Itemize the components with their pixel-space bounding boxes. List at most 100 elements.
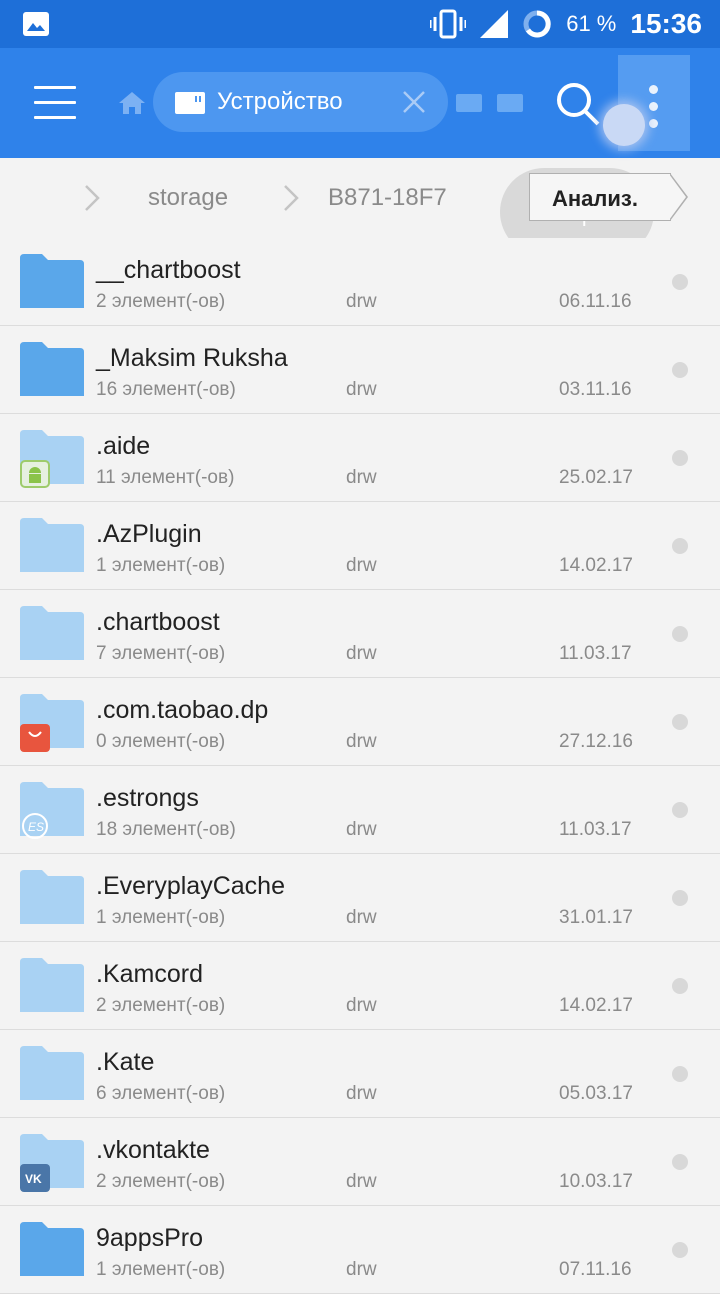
file-row[interactable]: .chartboost 7 элемент(-ов) drw 11.03.17 [0,590,720,678]
select-checkbox[interactable] [672,802,688,818]
file-date: 11.03.17 [559,819,632,840]
file-item-count: 2 элемент(-ов) [96,995,226,1016]
file-date: 31.01.17 [559,907,633,928]
folder-icon [20,518,84,572]
folder-icon [20,1222,84,1276]
folder-icon [20,958,84,1012]
file-permissions: drw [346,291,377,312]
file-name: .aide [96,432,151,460]
file-item-count: 6 элемент(-ов) [96,1083,226,1104]
search-icon[interactable] [556,82,600,126]
file-row[interactable]: .EveryplayCache 1 элемент(-ов) drw 31.01.17 [0,854,720,942]
file-date: 14.02.17 [559,995,633,1016]
tab-label: Устройство [217,88,343,115]
file-permissions: drw [346,819,377,840]
file-item-count: 0 элемент(-ов) [96,731,226,752]
status-bar: 61 % 15:36 [0,0,720,48]
sdcard-tab-icon-2[interactable] [497,94,523,112]
file-permissions: drw [346,731,377,752]
file-row[interactable]: __chartboost 2 элемент(-ов) drw 06.11.16 [0,238,720,326]
folder-icon [20,342,84,396]
file-row[interactable]: VK .vkontakte 2 элемент(-ов) drw 10.03.17 [0,1118,720,1206]
file-date: 25.02.17 [559,467,633,488]
file-name: .Kate [96,1048,155,1076]
sdcard-tab-icon[interactable] [456,94,482,112]
file-item-count: 18 элемент(-ов) [96,819,236,840]
file-date: 03.11.16 [559,379,632,400]
file-item-count: 2 элемент(-ов) [96,1171,226,1192]
select-checkbox[interactable] [672,362,688,378]
file-row[interactable]: .AzPlugin 1 элемент(-ов) drw 14.02.17 [0,502,720,590]
tab-device[interactable]: Устройство [153,72,448,132]
signal-icon [480,10,509,38]
file-name: .vkontakte [96,1136,210,1164]
file-item-count: 11 элемент(-ов) [96,467,235,488]
analyze-button[interactable]: Анализ. [529,173,671,221]
select-checkbox[interactable] [672,1154,688,1170]
breadcrumb-item-storage[interactable]: storage [148,184,228,212]
file-name: .chartboost [96,608,220,636]
vk-icon: VK [20,1164,50,1192]
select-checkbox[interactable] [672,714,688,730]
file-row[interactable]: 9appsPro 1 элемент(-ов) drw 07.11.16 [0,1206,720,1294]
file-name: .estrongs [96,784,199,812]
sdcard-icon [175,92,205,114]
select-checkbox[interactable] [672,978,688,994]
svg-text:ES: ES [28,820,44,834]
file-permissions: drw [346,995,377,1016]
file-date: 11.03.17 [559,643,632,664]
file-row[interactable]: _Maksim Ruksha 16 элемент(-ов) drw 03.11.16 [0,326,720,414]
select-checkbox[interactable] [672,274,688,290]
home-icon[interactable] [119,92,145,114]
file-permissions: drw [346,907,377,928]
file-permissions: drw [346,467,377,488]
file-date: 27.12.16 [559,731,633,752]
image-notification-icon [23,12,49,36]
folder-icon [20,606,84,660]
file-name: __chartboost [96,256,241,284]
file-date: 05.03.17 [559,1083,633,1104]
folder-icon [20,1046,84,1100]
file-item-count: 7 элемент(-ов) [96,643,226,664]
file-permissions: drw [346,1259,377,1280]
android-icon [20,460,50,488]
file-permissions: drw [346,1083,377,1104]
file-date: 07.11.16 [559,1259,632,1280]
file-permissions: drw [346,555,377,576]
file-item-count: 2 элемент(-ов) [96,291,226,312]
select-checkbox[interactable] [672,1242,688,1258]
clock: 15:36 [630,8,702,39]
file-name: .EveryplayCache [96,872,285,900]
select-checkbox[interactable] [672,538,688,554]
vibrate-icon [430,9,467,39]
select-checkbox[interactable] [672,890,688,906]
file-name: _Maksim Ruksha [96,344,288,372]
menu-icon[interactable] [34,86,76,120]
file-permissions: drw [346,643,377,664]
breadcrumb-item-sdcard[interactable]: B871-18F7 [328,184,447,212]
file-item-count: 1 элемент(-ов) [96,907,226,928]
chevron-right-icon [85,185,100,211]
file-row[interactable]: .Kamcord 2 элемент(-ов) drw 14.02.17 [0,942,720,1030]
file-row[interactable]: .com.taobao.dp 0 элемент(-ов) drw 27.12.16 [0,678,720,766]
file-date: 10.03.17 [559,1171,633,1192]
file-row[interactable]: .aide 11 элемент(-ов) drw 25.02.17 [0,414,720,502]
file-permissions: drw [346,379,377,400]
select-checkbox[interactable] [672,450,688,466]
battery-percent: 61 % [566,11,617,36]
file-item-count: 1 элемент(-ов) [96,1259,226,1280]
file-row[interactable]: ES .estrongs 18 элемент(-ов) drw 11.03.17 [0,766,720,854]
file-permissions: drw [346,1171,377,1192]
select-checkbox[interactable] [672,626,688,642]
touch-indicator [603,104,645,146]
select-checkbox[interactable] [672,1066,688,1082]
file-name: 9appsPro [96,1224,204,1252]
chevron-right-icon [284,185,299,211]
file-date: 14.02.17 [559,555,633,576]
file-name: .Kamcord [96,960,203,988]
folder-icon [20,870,84,924]
file-name: .com.taobao.dp [96,696,269,724]
close-icon[interactable] [402,90,426,114]
file-row[interactable]: .Kate 6 элемент(-ов) drw 05.03.17 [0,1030,720,1118]
aliexpress-icon [20,724,50,752]
